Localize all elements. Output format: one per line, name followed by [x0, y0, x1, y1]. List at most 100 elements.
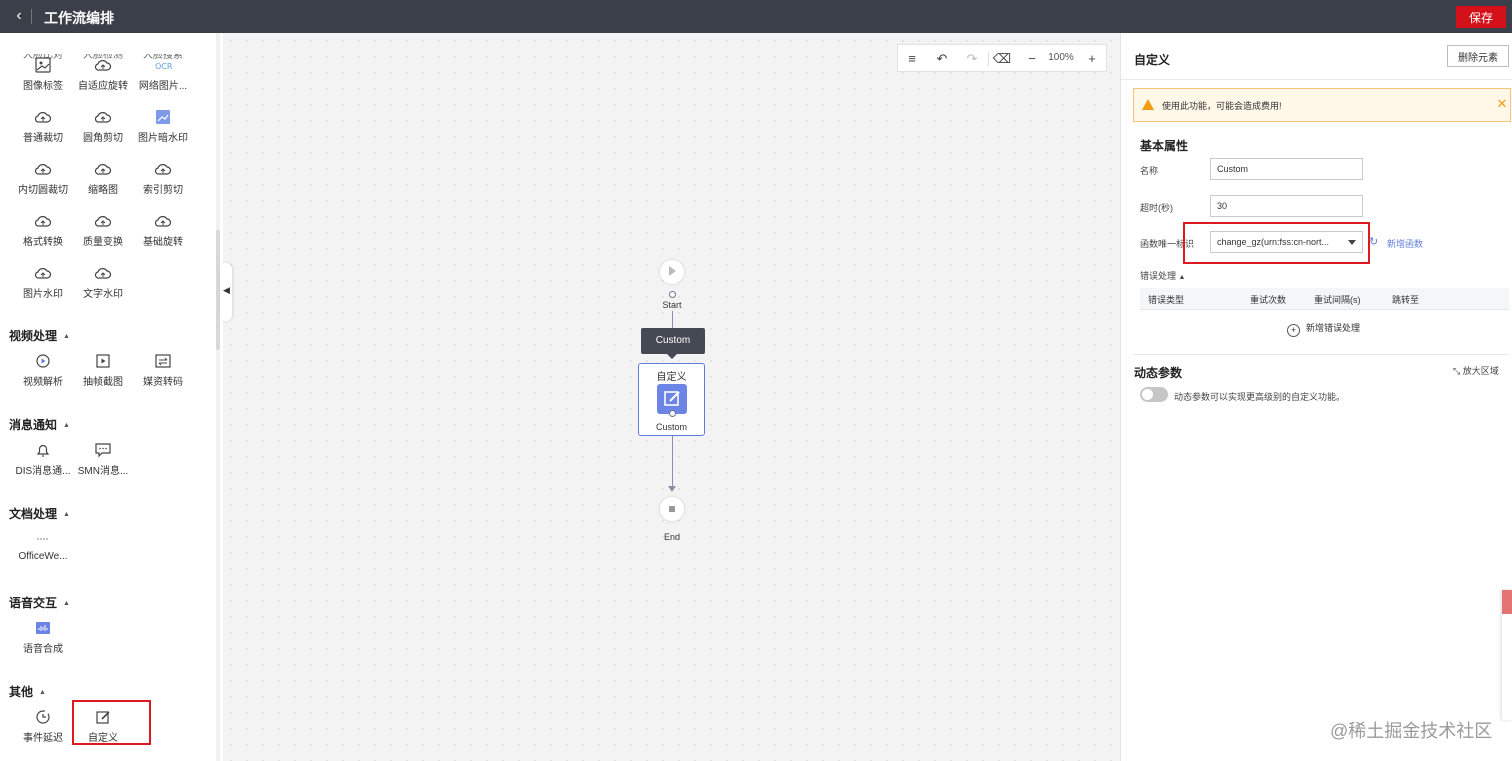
- save-button[interactable]: 保存: [1456, 6, 1506, 28]
- warning-icon: [1142, 99, 1154, 110]
- tool-custom[interactable]: 自定义: [71, 709, 135, 744]
- column-retry-interval: 重试间隔(s): [1314, 295, 1361, 305]
- cloud-icon: [34, 216, 52, 227]
- section-title-document[interactable]: 文档处理 ▲: [9, 505, 70, 522]
- function-id-label: 函数唯一标识: [1140, 239, 1195, 249]
- tool-dis-message[interactable]: DIS消息通...: [11, 442, 75, 477]
- tool-round-crop[interactable]: 圆角剪切: [71, 109, 135, 144]
- error-handling-toggle[interactable]: 错误处理 ▲: [1140, 269, 1185, 282]
- cloud-icon: [94, 112, 112, 123]
- caret-up-icon: ▲: [63, 333, 70, 340]
- tool-inscribed-crop[interactable]: 内切圆裁切: [11, 161, 75, 196]
- edit-icon: [96, 711, 110, 724]
- delete-element-button[interactable]: 删除元素: [1447, 45, 1509, 67]
- tool-normal-crop[interactable]: 普通裁切: [11, 109, 75, 144]
- refresh-icon[interactable]: ↻: [1369, 235, 1378, 248]
- connector-line: [672, 436, 673, 489]
- close-icon[interactable]: ✕: [1494, 96, 1510, 112]
- voice-icon: [36, 622, 50, 634]
- dynamic-params-toggle[interactable]: [1140, 387, 1168, 402]
- eraser-icon: ⌫: [992, 51, 1012, 66]
- tool-text-watermark[interactable]: 文字水印: [71, 265, 135, 300]
- cloud-icon: [34, 164, 52, 175]
- back-button[interactable]: ‹: [8, 6, 30, 26]
- video-parse-icon: [36, 354, 50, 368]
- tool-format-convert[interactable]: 格式转换: [11, 213, 75, 248]
- output-port[interactable]: [669, 291, 676, 298]
- add-error-handling-button[interactable]: + 新增错误处理: [1287, 321, 1360, 337]
- tool-adaptive-rotate[interactable]: 自适应旋转: [71, 57, 135, 92]
- undo-button[interactable]: ↶: [932, 49, 952, 69]
- custom-node[interactable]: 自定义 Custom: [638, 363, 705, 436]
- output-port[interactable]: [669, 410, 676, 417]
- tool-ocr[interactable]: OCR 网络图片...: [131, 57, 195, 92]
- play-icon: [669, 266, 676, 276]
- redo-icon: ↷: [966, 51, 978, 66]
- properties-panel: 自定义 删除元素 使用此功能，可能会造成费用! ✕ 基本属性 名称 超时(秒) …: [1120, 33, 1512, 761]
- cloud-icon: [154, 216, 172, 227]
- name-input[interactable]: [1210, 158, 1363, 180]
- scrollbar[interactable]: [216, 33, 220, 761]
- divider: [1133, 354, 1509, 355]
- tool-image-watermark[interactable]: 图片水印: [11, 265, 75, 300]
- cloud-icon: [94, 268, 112, 279]
- tool-event-delay[interactable]: 事件延迟: [11, 709, 75, 744]
- function-select[interactable]: change_gz(urn:fss:cn-nort...: [1210, 231, 1363, 253]
- section-title-other[interactable]: 其他 ▲: [9, 683, 46, 700]
- panel-title: 自定义: [1134, 53, 1171, 67]
- end-node[interactable]: [660, 497, 684, 521]
- zoom-out-button[interactable]: −: [1022, 49, 1042, 69]
- error-table-header: 错误类型 重试次数 重试间隔(s) 跳转至: [1140, 288, 1509, 310]
- start-label: Start: [662, 300, 682, 310]
- section-title-notification[interactable]: 消息通知 ▲: [9, 416, 70, 433]
- tool-frame-capture[interactable]: 抽帧截图: [71, 353, 135, 388]
- tool-office-web[interactable]: OfficeWe...: [11, 531, 75, 562]
- tool-image-tag[interactable]: 图像标签: [11, 57, 75, 92]
- tool-blind-watermark[interactable]: 图片暗水印: [131, 109, 195, 144]
- feedback-icon: [1502, 590, 1512, 614]
- clock-icon: [36, 710, 50, 724]
- tool-palette: 人脸比对 人脸检测 人脸搜索 图像标签 自适应旋转 OCR 网络图片... 普通…: [0, 33, 220, 761]
- dynamic-params-description: 动态参数可以实现更高级别的自定义功能。: [1174, 392, 1346, 402]
- transcode-icon: [155, 354, 171, 368]
- caret-up-icon: ▲: [63, 422, 70, 429]
- document-icon: [37, 538, 49, 540]
- new-function-link[interactable]: 新增函数: [1387, 237, 1423, 250]
- tool-transcode[interactable]: 媒资转码: [131, 353, 195, 388]
- canvas-toolbar: ≡ ↶ ↷ ⌫ − 100% +: [897, 44, 1107, 72]
- column-error-type: 错误类型: [1148, 295, 1185, 305]
- timeout-input[interactable]: [1210, 195, 1363, 217]
- cloud-icon: [34, 112, 52, 123]
- tool-video-parse[interactable]: 视频解析: [11, 353, 75, 388]
- timeout-label: 超时(秒): [1140, 203, 1173, 213]
- divider: [988, 52, 989, 66]
- connector-line: [672, 311, 673, 328]
- tool-thumbnail[interactable]: 缩略图: [71, 161, 135, 196]
- warning-text: 使用此功能，可能会造成费用!: [1162, 101, 1282, 111]
- watermark-icon: [156, 110, 170, 124]
- zoom-in-button[interactable]: +: [1082, 49, 1102, 69]
- bell-icon: [36, 444, 50, 457]
- section-title-video[interactable]: 视频处理 ▲: [9, 327, 70, 344]
- expand-area-button[interactable]: ⤡ 放大区域: [1453, 364, 1499, 377]
- stop-icon: [669, 506, 675, 512]
- divider: [31, 9, 32, 24]
- tool-index-crop[interactable]: 索引剪切: [131, 161, 195, 196]
- floating-side-widget[interactable]: [1502, 590, 1512, 720]
- redo-button[interactable]: ↷: [962, 49, 982, 69]
- tool-speech-synthesis[interactable]: 语音合成: [11, 620, 75, 655]
- fit-view-button[interactable]: ≡: [902, 49, 922, 69]
- divider: [1121, 79, 1512, 80]
- tool-basic-rotate[interactable]: 基础旋转: [131, 213, 195, 248]
- clear-button[interactable]: ⌫: [992, 49, 1012, 69]
- collapse-panel-button[interactable]: ◀: [220, 263, 232, 321]
- start-node[interactable]: [660, 260, 684, 284]
- tool-quality-transform[interactable]: 质量变换: [71, 213, 135, 248]
- caret-up-icon: ▲: [39, 689, 46, 696]
- fit-view-icon: ≡: [908, 51, 916, 66]
- warning-alert: 使用此功能，可能会造成费用! ✕: [1133, 88, 1511, 122]
- section-title-voice[interactable]: 语音交互 ▲: [9, 594, 70, 611]
- page-title: 工作流编排: [44, 10, 114, 26]
- tool-smn-message[interactable]: SMN消息...: [71, 442, 135, 477]
- plus-circle-icon: +: [1287, 324, 1300, 337]
